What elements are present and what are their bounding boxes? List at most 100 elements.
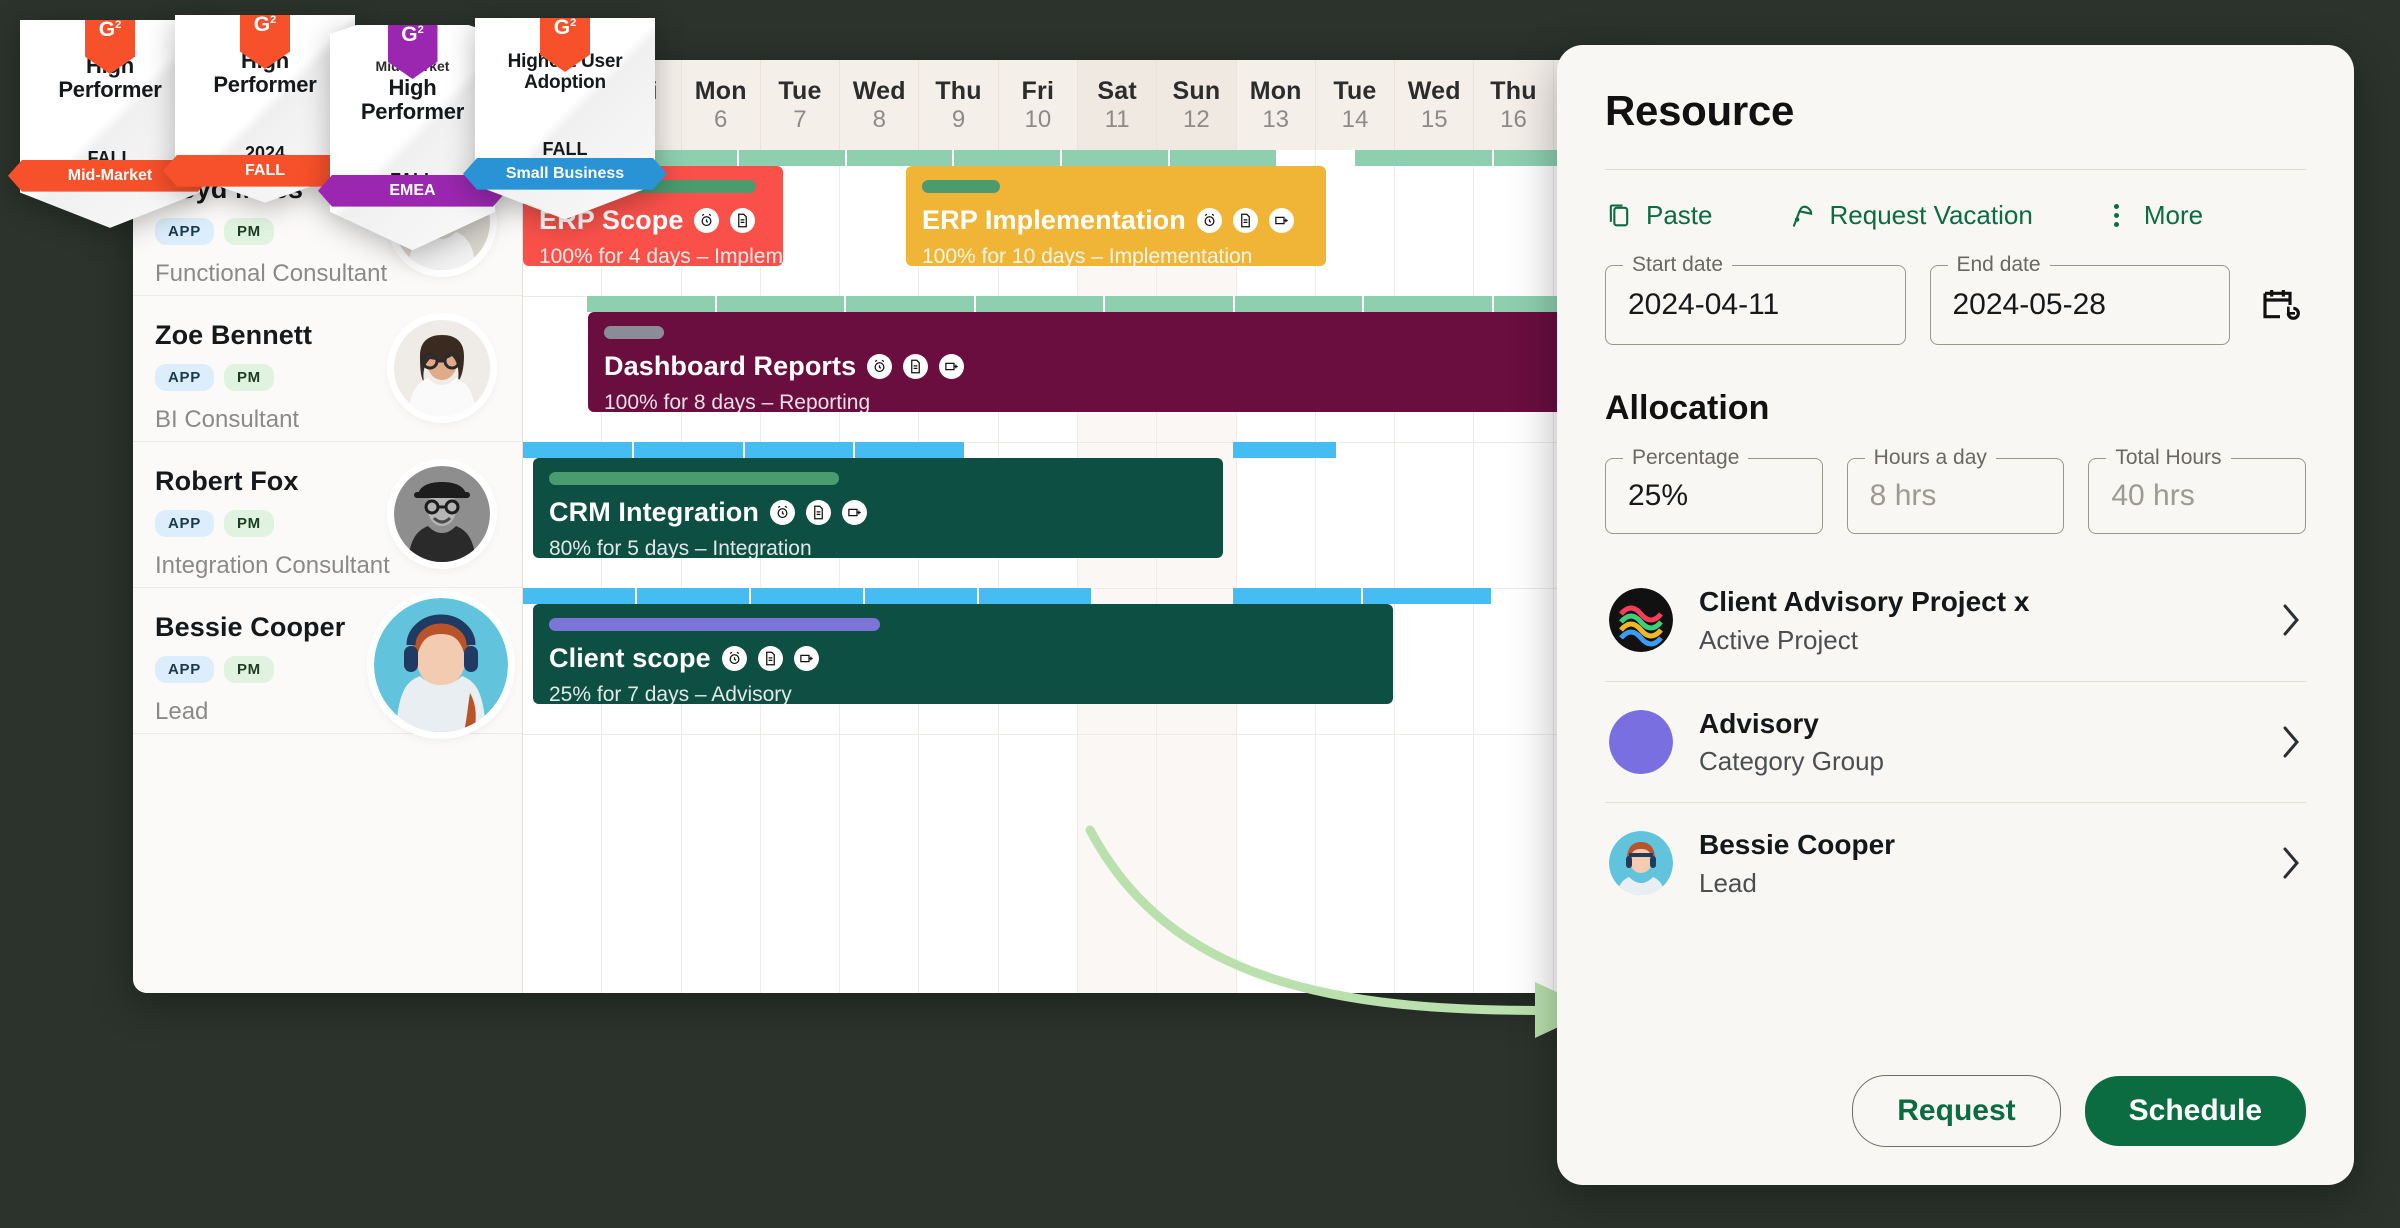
start-date-label: Start date (1623, 253, 1733, 277)
more-button[interactable]: More (2103, 200, 2203, 231)
tag-pm: PM (223, 364, 274, 391)
resource-role: Integration Consultant (155, 552, 390, 579)
task-title: CRM Integration (549, 497, 759, 527)
day-number: 10 (1024, 106, 1052, 134)
day-header-mon-13[interactable]: Mon 13 (1236, 60, 1316, 150)
alarm-icon[interactable] (694, 208, 720, 233)
end-date-value: 2024-05-28 (1952, 288, 2106, 321)
list-item[interactable]: Bessie Cooper Lead (1605, 803, 2306, 924)
paste-icon (1605, 202, 1633, 230)
g2-badge: G2 Mid-Market HighPerformer FALL2024 EME… (330, 25, 495, 251)
resource-row[interactable]: Zoe Bennett APP PM BI Consultant (133, 296, 522, 442)
availability-strip (523, 588, 1093, 604)
tag-app: APP (155, 656, 214, 683)
day-number: 13 (1262, 106, 1290, 134)
link-icon[interactable] (1268, 208, 1294, 233)
resource-role: BI Consultant (155, 406, 300, 433)
link-icon[interactable] (842, 500, 867, 525)
task-bar[interactable]: CRM Integration 80% for 5 days – Integra… (533, 458, 1223, 558)
day-name: Sun (1172, 76, 1221, 105)
percentage-field[interactable]: Percentage 25% (1605, 446, 1823, 534)
total-hours-field[interactable]: Total Hours 40 hrs (2088, 446, 2307, 534)
start-date-field[interactable]: Start date 2024-04-11 (1605, 253, 1906, 345)
day-header-wed-8[interactable]: Wed 8 (840, 60, 920, 150)
purple-circle-avatar (1609, 709, 1673, 774)
chevron-right-icon[interactable] (2280, 602, 2302, 638)
task-title: ERP Implementation (922, 205, 1186, 235)
list-item[interactable]: Advisory Category Group (1605, 682, 2306, 804)
chevron-right-icon[interactable] (2280, 724, 2302, 760)
screen-root: Thu4Fri5Mon6Tue7Wed8Thu9Fri10Sat11Sun12M… (0, 0, 2400, 1228)
day-header-mon-6[interactable]: Mon 6 (681, 60, 761, 150)
task-progress (549, 618, 881, 631)
task-bar[interactable]: ERP Implementation 100% for 10 days – Im… (906, 166, 1326, 266)
alarm-icon[interactable] (1196, 208, 1222, 233)
badge-ribbon: Small Business (463, 158, 667, 190)
day-header-tue-7[interactable]: Tue 7 (760, 60, 841, 150)
calendar-refresh-icon[interactable] (2254, 285, 2306, 325)
request-vacation-button[interactable]: Request Vacation (1789, 200, 2033, 231)
schedule-button[interactable]: Schedule (2084, 1076, 2306, 1146)
task-progress (604, 326, 665, 339)
day-header-tue-14[interactable]: Tue 14 (1315, 60, 1396, 150)
document-icon[interactable] (730, 208, 756, 233)
day-name: Thu (935, 76, 982, 105)
day-number: 16 (1500, 106, 1527, 134)
document-icon[interactable] (806, 500, 831, 525)
tag-pm: PM (223, 218, 274, 245)
day-header-fri-10[interactable]: Fri 10 (998, 60, 1078, 150)
avatar[interactable] (394, 320, 490, 416)
resource-panel: Resource Paste Request Vacation More Sta… (1557, 45, 2354, 1185)
day-number: 9 (951, 106, 966, 134)
list-item[interactable]: Client Advisory Project x Active Project (1605, 560, 2306, 682)
avatar[interactable] (374, 598, 508, 732)
date-fields: Start date 2024-04-11 End date 2024-05-2… (1605, 253, 2306, 345)
hours-a-day-label: Hours a day (1864, 446, 1996, 470)
end-date-field[interactable]: End date 2024-05-28 (1929, 253, 2230, 345)
g2-badge: G2 HighPerformer FALL2024 Mid-Market (20, 20, 200, 228)
day-header-sat-11[interactable]: Sat 11 (1077, 60, 1158, 150)
day-name: Thu (1490, 76, 1537, 105)
day-header-thu-9[interactable]: Thu 9 (919, 60, 999, 150)
list-item-title: Advisory (1699, 707, 1819, 739)
day-number: 11 (1104, 106, 1130, 134)
alarm-icon[interactable] (770, 500, 795, 525)
request-button[interactable]: Request (1852, 1075, 2061, 1147)
day-header-sun-12[interactable]: Sun 12 (1157, 60, 1237, 150)
day-name: Wed (1407, 76, 1461, 105)
link-icon[interactable] (939, 354, 965, 379)
list-item-title: Client Advisory Project x (1699, 586, 2030, 617)
availability-strip (587, 296, 1623, 312)
day-name: Tue (1333, 76, 1377, 105)
chevron-right-icon[interactable] (2280, 845, 2302, 881)
alarm-icon[interactable] (721, 646, 747, 671)
percentage-value: 25% (1628, 479, 1689, 512)
task-subtitle: 100% for 4 days – Implement… (539, 245, 783, 266)
day-name: Mon (694, 76, 747, 105)
day-header-wed-15[interactable]: Wed 15 (1395, 60, 1475, 150)
alarm-icon[interactable] (867, 354, 893, 379)
day-number: 7 (793, 106, 807, 134)
task-bar[interactable]: Dashboard Reports 100% for 8 days – Repo… (588, 312, 1623, 412)
link-icon[interactable] (793, 646, 819, 671)
task-bar[interactable]: Client scope 25% for 7 days – Advisory (533, 604, 1393, 704)
schedule-body: Floyd Miles APP PM Functional Consultant… (133, 150, 1633, 993)
vacation-icon (1789, 202, 1817, 230)
task-subtitle: 80% for 5 days – Integration (549, 537, 812, 558)
day-header-thu-16[interactable]: Thu 16 (1474, 60, 1554, 150)
availability-strip (523, 442, 966, 458)
hours-a-day-field[interactable]: Hours a day 8 hrs (1846, 446, 2065, 534)
document-icon[interactable] (903, 354, 929, 379)
tag-app: APP (155, 364, 214, 391)
document-icon[interactable] (757, 646, 783, 671)
avatar[interactable] (394, 466, 490, 562)
resource-row[interactable]: Bessie Cooper APP PM Lead (133, 588, 522, 734)
panel-title: Resource (1605, 87, 1795, 134)
resource-row[interactable]: Robert Fox APP PM Integration Consultant (133, 442, 522, 588)
g2-badge: G2 HighPerformer 2024 FALL (175, 15, 355, 203)
document-icon[interactable] (1232, 208, 1258, 233)
paste-button[interactable]: Paste (1605, 200, 1713, 231)
g2-badge: G2 Highest UserAdoption FALL2024 Small B… (475, 18, 655, 220)
list-item-subtitle: Active Project (1699, 624, 1858, 655)
task-subtitle: 25% for 7 days – Advisory (549, 683, 792, 704)
